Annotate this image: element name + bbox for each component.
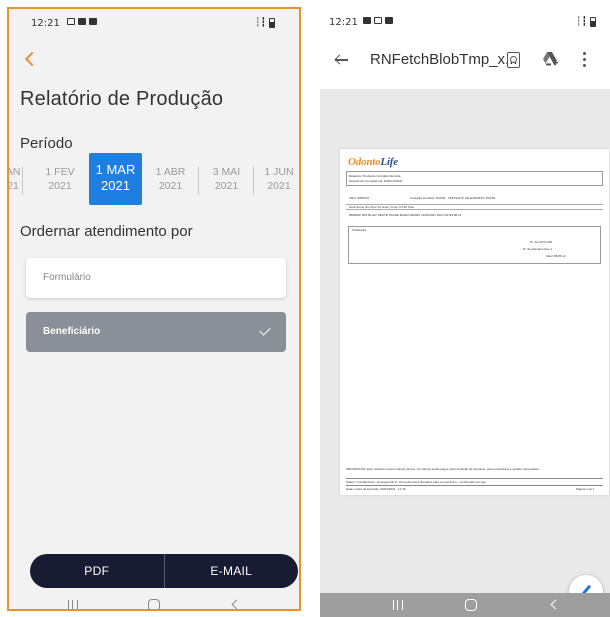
period-month: 1 MAR — [95, 162, 136, 177]
system-icons: ┆┇ — [576, 16, 596, 27]
notification-icon — [67, 18, 75, 25]
period-item[interactable]: AN 21 — [7, 153, 23, 205]
video-icon — [89, 18, 97, 25]
brand-part1: Odonto — [348, 156, 381, 168]
cro-line: CRO: 0000476 — [349, 196, 370, 200]
home-icon[interactable] — [148, 599, 160, 609]
footer-rule — [346, 485, 603, 486]
period-divider — [22, 167, 23, 195]
home-icon[interactable] — [465, 599, 477, 611]
notification-icon — [374, 17, 382, 24]
period-item[interactable]: 1 FEV 2021 — [28, 153, 92, 205]
total-appointments: N° de atendimentos 1 — [523, 247, 552, 251]
video-icon — [385, 17, 393, 24]
option-formulario[interactable]: Formulário — [26, 258, 286, 298]
footer-rule — [346, 478, 603, 479]
period-selector: AN 21 1 FEV 2021 1 MAR 2021 1 ABR 2021 3… — [9, 153, 299, 205]
total-value: Valor R$ 86,12 — [546, 254, 566, 258]
viewer-app-bar: RNFetchBlobTmp_x... — [320, 37, 610, 89]
signal-icon: ┆┇ — [576, 16, 587, 26]
recent-apps-icon[interactable] — [68, 600, 78, 609]
total-gtos: N° de GTOs 300 — [530, 240, 553, 244]
period-year: 2021 — [267, 180, 291, 192]
period-month: 1 FEV — [45, 166, 75, 178]
option-beneficiario[interactable]: Beneficiário — [26, 312, 286, 352]
search-document-icon[interactable] — [507, 52, 520, 68]
drive-add-icon[interactable] — [542, 51, 558, 67]
period-year: 2021 — [214, 180, 239, 192]
battery-icon — [269, 17, 275, 28]
signal-icon: ┆┇ — [255, 17, 266, 27]
period-month: 1 JUN — [264, 166, 294, 178]
system-icons: ┆┇ — [255, 17, 275, 28]
period-item[interactable]: 3 MAI 2021 — [199, 153, 254, 205]
emission-line: Data e Hora de Emissão: 00/03/2021 - 12:… — [346, 487, 406, 491]
check-icon — [259, 324, 271, 336]
system-nav-bar — [320, 593, 610, 617]
period-year: 2021 — [101, 178, 130, 193]
period-month: AN — [7, 166, 21, 178]
pdf-button[interactable]: PDF — [30, 554, 164, 588]
system-nav-bar — [9, 599, 299, 609]
period-year: 2021 — [48, 180, 72, 192]
email-button[interactable]: E-MAIL — [165, 554, 299, 588]
period-year: 21 — [7, 180, 19, 192]
status-time: 12:21 — [329, 17, 358, 28]
status-legend: Status *-Inicidência E - Emergencial P -… — [346, 480, 487, 484]
comparison-stage: 12:21 ┆┇ Relatório de Produção Período A… — [0, 0, 610, 617]
back-icon[interactable] — [231, 599, 242, 609]
brand-logo: OdontoLife — [348, 156, 398, 168]
gallery-icon — [363, 17, 371, 24]
totals-label: Totalizador — [352, 228, 367, 232]
notification-icons — [67, 18, 97, 25]
battery-icon — [590, 16, 596, 27]
notification-icons — [363, 17, 393, 24]
status-bar: 12:21 ┆┇ — [320, 7, 610, 37]
status-time: 12:21 — [31, 18, 60, 29]
option-label: Formulário — [43, 272, 91, 283]
dentist-line: Cirurgião Dentista: TESTE - TESTE ETC DE… — [410, 196, 496, 200]
period-line: Período de Competência: MARCO/2021 — [349, 179, 403, 183]
option-label: Beneficiário — [43, 326, 101, 337]
pdf-page: OdontoLife Relatório: Produção Cirurgião… — [340, 149, 609, 495]
period-item-selected[interactable]: 1 MAR 2021 — [89, 153, 142, 205]
back-icon[interactable] — [550, 599, 561, 610]
period-item[interactable]: 1 ABR 2021 — [142, 153, 199, 205]
period-month: 3 MAI — [212, 166, 241, 178]
arrow-back-icon[interactable] — [334, 53, 348, 67]
table-row: ####### TESTE abc DENTE SAUDE MARIA 0000… — [349, 213, 462, 217]
more-options-icon[interactable] — [583, 52, 587, 68]
period-year: 2021 — [158, 180, 183, 192]
page-number: Página 1 de 1 — [576, 487, 595, 491]
brand-part2: Life — [380, 156, 398, 168]
pdf-viewer-screen: 12:21 ┆┇ RNFetchBlobTmp_x... OdontoLife … — [320, 7, 610, 617]
file-title: RNFetchBlobTmp_x... — [370, 51, 518, 68]
totals-box — [348, 226, 601, 264]
report-line: Relatório: Produção Cirurgião Dentista — [349, 174, 401, 178]
gallery-icon — [78, 18, 86, 25]
status-bar: 12:21 ┆┇ — [9, 9, 299, 37]
period-label: Período — [20, 135, 73, 152]
production-report-screen: 12:21 ┆┇ Relatório de Produção Período A… — [7, 7, 301, 611]
period-month: 1 ABR — [155, 166, 186, 178]
order-label: Ordernar atendimento por — [20, 223, 193, 240]
footnote: IMPORTANTE: Este relatório contém valore… — [346, 467, 540, 471]
period-item[interactable]: 1 JUN 2021 — [254, 153, 299, 205]
recent-apps-icon[interactable] — [393, 600, 403, 610]
back-chevron-icon[interactable] — [23, 49, 37, 69]
action-bar: PDF E-MAIL — [30, 554, 298, 588]
page-title: Relatório de Produção — [20, 88, 224, 110]
column-headers: Guia Nome Nro Proc Dt. Exec Vl.Cto Vl.Ut… — [349, 205, 414, 209]
